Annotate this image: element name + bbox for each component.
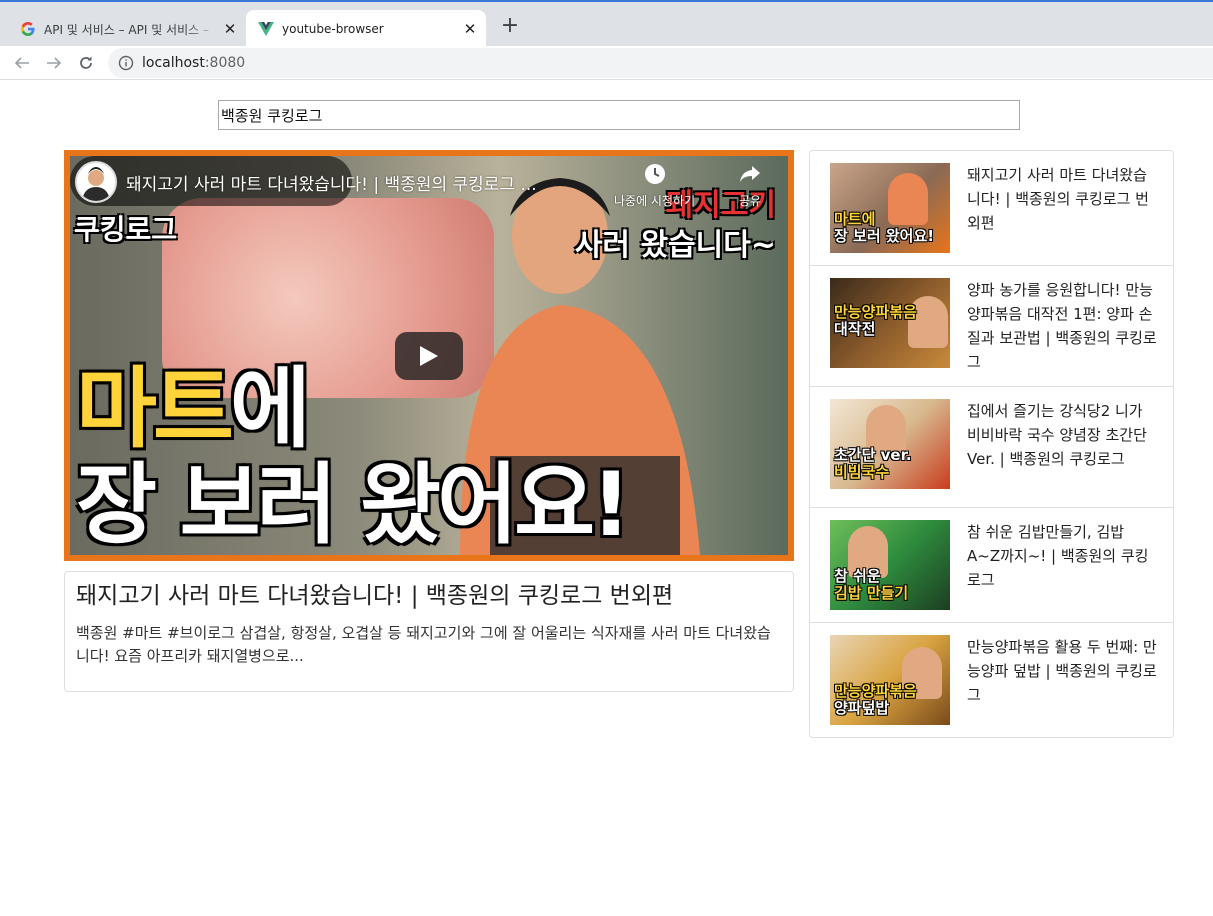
video-list-item[interactable]: 참 쉬운 김밥 만들기 참 쉬운 김밥만들기, 김밥 A~Z까지~! | 백종원의…	[810, 508, 1173, 623]
close-icon[interactable]: ✕	[220, 19, 240, 39]
video-list-title: 만능양파볶음 활용 두 번째: 만능양파 덮밥 | 백종원의 쿠킹로그	[967, 638, 1157, 704]
clock-icon	[644, 164, 665, 184]
thumbnail-label: 초간단 ver. 비빔국수	[834, 446, 912, 481]
video-list-item[interactable]: 초간단 ver. 비빔국수 집에서 즐기는 강식당2 니가 비비바락 국수 양념장…	[810, 387, 1173, 508]
tab-api-services[interactable]: API 및 서비스 – API 및 서비스 – ✕	[8, 10, 246, 48]
video-list-title: 돼지고기 사러 마트 다녀왔습니다! | 백종원의 쿠킹로그 번외편	[967, 166, 1149, 232]
video-detail-description: 백종원 #마트 #브이로그 삼겹살, 항정살, 오겹살 등 돼지고기와 그에 잘…	[76, 624, 771, 665]
url-host: localhost	[142, 55, 205, 71]
thumbnail-side-line2: 사러 왔습니다~	[574, 228, 776, 263]
new-tab-button[interactable]: +	[498, 15, 522, 39]
tab-title: youtube-browser	[282, 22, 384, 36]
url-text: localhost:8080	[142, 55, 245, 71]
channel-avatar[interactable]	[75, 161, 117, 203]
thumbnail-label: 만능양파볶음 대작전	[834, 303, 917, 338]
thumbnail-label: 마트에 장 보러 왔어요!	[834, 210, 935, 245]
info-icon[interactable]	[118, 55, 134, 71]
close-icon[interactable]: ✕	[460, 19, 480, 39]
forward-arrow-icon[interactable]	[42, 51, 66, 75]
video-list-title: 집에서 즐기는 강식당2 니가 비비바락 국수 양념장 초간단 Ver. | 백…	[967, 402, 1147, 468]
address-bar[interactable]: localhost:8080	[108, 48, 1213, 78]
share-icon	[740, 166, 760, 182]
video-detail-title: 돼지고기 사러 마트 다녀왔습니다! | 백종원의 쿠킹로그 번외편	[76, 583, 674, 609]
watch-later-button[interactable]: 나중에 시청하기	[614, 162, 695, 209]
browser-tab-strip: API 및 서비스 – API 및 서비스 – ✕ youtube-browse…	[0, 0, 1213, 48]
video-list-item[interactable]: 만능양파볶음 대작전 양파 농가를 응원합니다! 만능양파볶음 대작전 1편: 양…	[810, 266, 1173, 387]
url-port: :8080	[204, 55, 246, 71]
video-list-item[interactable]: 마트에 장 보러 왔어요! 돼지고기 사러 마트 다녀왔습니다! | 백종원의 쿠…	[810, 151, 1173, 266]
thumbnail-headline: 마트에 장 보러 왔어요!	[76, 361, 631, 555]
share-label: 공유	[738, 194, 762, 208]
back-arrow-icon[interactable]	[10, 51, 34, 75]
tab-youtube-browser[interactable]: youtube-browser ✕	[246, 10, 486, 48]
thumbnail-label: 만능양파볶음 양파덮밥	[834, 682, 917, 717]
video-thumbnail: 초간단 ver. 비빔국수	[830, 399, 950, 489]
thumbnail-headline-b: 에	[229, 357, 311, 460]
watch-later-label: 나중에 시청하기	[614, 194, 696, 208]
thumbnail-headline-line2: 장 보러 왔어요!	[76, 453, 631, 555]
browser-toolbar: localhost:8080	[0, 46, 1213, 80]
reload-icon[interactable]	[74, 51, 98, 75]
video-list-item[interactable]: 만능양파볶음 양파덮밥 만능양파볶음 활용 두 번째: 만능양파 덮밥 | 백종원…	[810, 623, 1173, 739]
video-list: 마트에 장 보러 왔어요! 돼지고기 사러 마트 다녀왔습니다! | 백종원의 쿠…	[809, 150, 1174, 738]
video-list-title: 양파 농가를 응원합니다! 만능양파볶음 대작전 1편: 양파 손질과 보관법 …	[967, 281, 1157, 371]
video-thumbnail: 만능양파볶음 양파덮밥	[830, 635, 950, 725]
play-button[interactable]	[395, 332, 463, 380]
video-thumbnail: 참 쉬운 김밥 만들기	[830, 520, 950, 610]
share-button[interactable]: 공유	[738, 162, 762, 209]
google-g-icon	[20, 21, 36, 37]
thumbnail-label: 참 쉬운 김밥 만들기	[834, 567, 909, 602]
search-input[interactable]	[218, 100, 1020, 130]
vue-icon	[258, 21, 274, 37]
player-title[interactable]: 돼지고기 사러 마트 다녀왔습니다! | 백종원의 쿠킹로그 ...	[126, 170, 596, 195]
thumbnail-brand: 쿠킹로그	[74, 213, 178, 246]
video-list-title: 참 쉬운 김밥만들기, 김밥 A~Z까지~! | 백종원의 쿠킹로그	[967, 523, 1149, 589]
tab-title: API 및 서비스 – API 및 서비스 –	[44, 22, 209, 37]
video-detail-card: 돼지고기 사러 마트 다녀왔습니다! | 백종원의 쿠킹로그 번외편 백종원 #…	[64, 571, 794, 692]
video-thumbnail: 만능양파볶음 대작전	[830, 278, 950, 368]
play-icon	[420, 346, 438, 366]
thumbnail-headline-a: 마트	[76, 357, 234, 460]
video-thumbnail: 마트에 장 보러 왔어요!	[830, 163, 950, 253]
